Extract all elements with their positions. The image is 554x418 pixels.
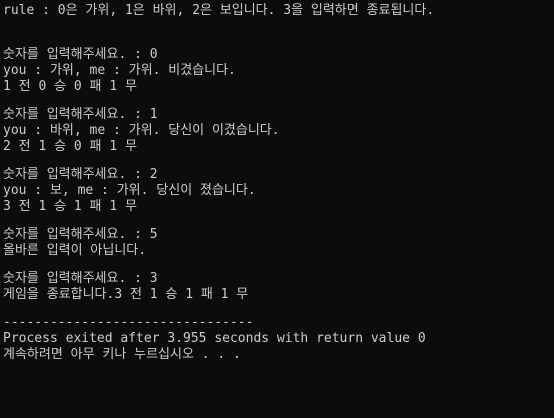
console-window[interactable]: rule : 0은 가위, 1은 바위, 2은 보입니다. 3을 입력하면 종료… [0,0,554,418]
rule-line: rule : 0은 가위, 1은 바위, 2은 보입니다. 3을 입력하면 종료… [3,3,435,18]
round-5: 숫자를 입력해주세요. : 3 게임을 종료합니다.3 전 1 승 1 패 1 … [3,271,554,303]
press-any-key-message: 계속하려면 아무 키나 누르십시오 . . . [3,347,241,362]
input-prompt: 숫자를 입력해주세요. : 5 [3,227,158,242]
round-score: 1 전 0 승 0 패 1 무 [3,79,137,94]
process-exit-message: Process exited after 3.955 seconds with … [3,331,426,346]
round-4: 숫자를 입력해주세요. : 5 올바른 입력이 아닙니다. [3,227,554,259]
game-end-message: 게임을 종료합니다.3 전 1 승 1 패 1 무 [3,287,249,302]
round-score: 3 전 1 승 1 패 1 무 [3,199,137,214]
round-result: you : 바위, me : 가위. 당신이 이겼습니다. [3,123,280,138]
round-3: 숫자를 입력해주세요. : 2 you : 보, me : 가위. 당신이 졌습… [3,167,554,215]
exit-block: -------------------------------- Process… [3,315,554,363]
round-result: you : 가위, me : 가위. 비겼습니다. [3,63,236,78]
input-prompt: 숫자를 입력해주세요. : 0 [3,47,158,62]
input-prompt: 숫자를 입력해주세요. : 1 [3,107,158,122]
input-prompt: 숫자를 입력해주세요. : 2 [3,167,158,182]
round-1: 숫자를 입력해주세요. : 0 you : 가위, me : 가위. 비겼습니다… [3,47,554,95]
round-score: 2 전 1 승 0 패 1 무 [3,139,137,154]
input-prompt: 숫자를 입력해주세요. : 3 [3,271,158,286]
round-2: 숫자를 입력해주세요. : 1 you : 바위, me : 가위. 당신이 이… [3,107,554,155]
invalid-input-message: 올바른 입력이 아닙니다. [3,243,147,258]
separator-line: -------------------------------- [3,315,254,330]
round-result: you : 보, me : 가위. 당신이 졌습니다. [3,183,256,198]
